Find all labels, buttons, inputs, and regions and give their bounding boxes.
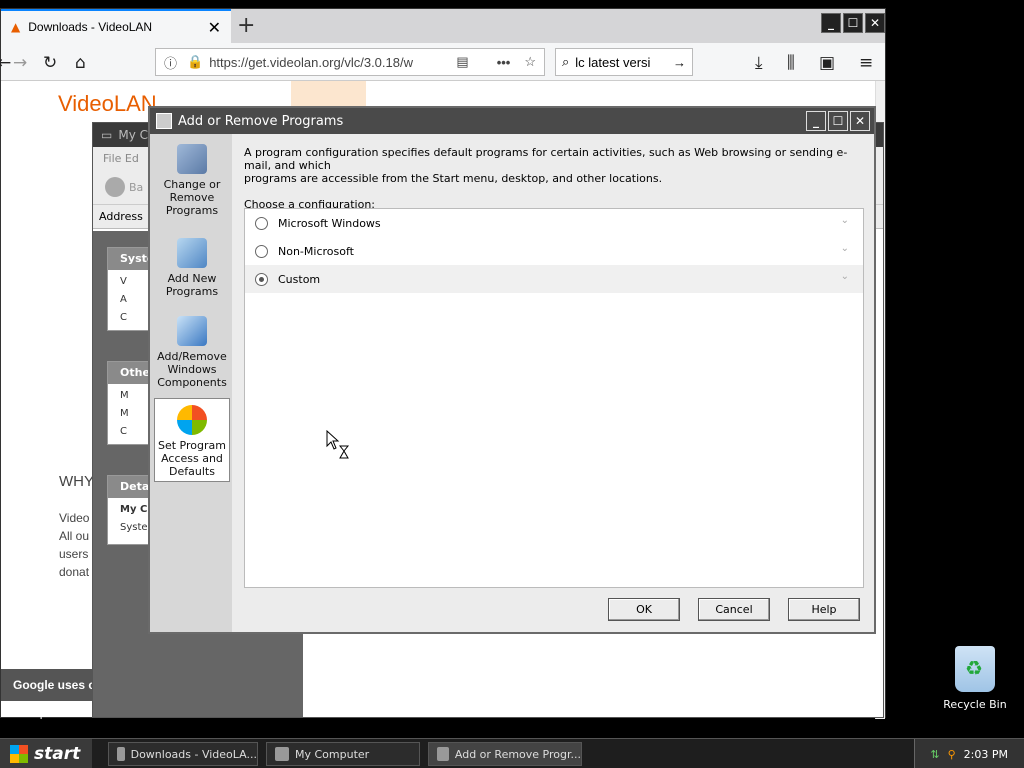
downloads-icon[interactable]: ⤓ [755,53,763,73]
cookie-banner: Google uses c [1,669,101,701]
system-tray: ⇅ ⚲ 2:03 PM [914,739,1024,768]
cancel-button[interactable]: Cancel [698,598,770,621]
recycle-bin-icon [955,646,995,692]
ok-button[interactable]: OK [608,598,680,621]
new-tab-button[interactable]: + [237,13,255,38]
dialog-title: Add or Remove Programs [178,113,344,129]
why-heading: WHY [59,473,94,490]
sidebar-change-remove-programs[interactable]: Change or Remove Programs [154,144,230,217]
forward-arrow-icon[interactable]: → [13,53,27,73]
recycle-bin[interactable]: Recycle Bin [942,646,1008,711]
library-icon[interactable]: ⫼ [787,53,795,73]
help-button[interactable]: Help [788,598,860,621]
start-button[interactable]: start [0,739,92,768]
tab-title: Downloads - VideoLAN [28,20,153,34]
bookmark-star-icon[interactable]: ☆ [524,54,536,70]
close-button[interactable]: ✕ [865,13,885,33]
tab-downloads-videolan[interactable]: ▲ Downloads - VideoLAN ✕ [1,9,231,43]
search-icon: ⌕ [562,54,570,69]
sidebar-add-new-programs[interactable]: Add New Programs [154,238,230,298]
computer-icon [275,747,289,761]
back-button[interactable] [105,177,125,197]
navigation-toolbar: ← → ↻ ⌂ ⓘ 🔒 https://get.videolan.org/vlc… [0,43,885,81]
search-bar[interactable]: ⌕ lc latest versi → [555,48,693,76]
radio-custom[interactable] [255,272,268,286]
home-icon[interactable]: ⌂ [75,53,86,73]
sidebar-icon[interactable]: ▣ [819,53,835,73]
add-remove-programs-dialog: Add or Remove Programs _ ☐ ✕ Change or R… [148,106,876,634]
lock-icon: 🔒 [187,54,204,69]
expand-chevron-icon[interactable]: ⌄ [841,243,849,254]
close-tab-icon[interactable]: ✕ [208,18,221,37]
clock[interactable]: 2:03 PM [964,748,1008,761]
windows-flag-icon [10,745,28,763]
dialog-window-controls: _ ☐ ✕ [806,111,870,131]
reader-view-icon[interactable]: ▤ [456,54,468,70]
dialog-title-bar[interactable]: Add or Remove Programs _ ☐ ✕ [150,108,874,134]
radio-microsoft-windows[interactable] [255,216,268,230]
programs-icon [156,113,172,129]
page-paragraph: Video All ou users donat [59,511,90,579]
expand-chevron-icon[interactable]: ⌄ [841,271,849,282]
search-tray-icon[interactable]: ⚲ [948,748,956,761]
program-access-defaults-icon [177,405,207,435]
programs-icon [437,747,449,761]
dialog-maximize-button[interactable]: ☐ [828,111,848,131]
dialog-buttons: OK Cancel Help [608,598,860,621]
configuration-list: Microsoft Windows ⌄ Non-Microsoft ⌄ Cust… [244,208,864,588]
vlc-cone-icon: ▲ [11,20,21,34]
task-add-remove-programs[interactable]: Add or Remove Progr... [428,742,582,766]
taskbar: start Downloads - VideoLA... My Computer… [0,738,1024,768]
configuration-description: A program configuration specifies defaul… [244,146,848,185]
maximize-button[interactable]: ☐ [843,13,863,33]
radio-non-microsoft[interactable] [255,244,268,258]
info-icon[interactable]: ⓘ [164,53,177,72]
minimize-button[interactable]: _ [821,13,841,33]
dialog-minimize-button[interactable]: _ [806,111,826,131]
page-actions-icon[interactable]: ••• [497,55,511,70]
menu-icon[interactable]: ≡ [859,53,873,73]
config-non-microsoft[interactable]: Non-Microsoft ⌄ [245,237,863,265]
search-go-icon[interactable]: → [673,55,686,70]
back-label: Ba [129,181,144,194]
expand-chevron-icon[interactable]: ⌄ [841,215,849,226]
videolan-logo[interactable]: VideoLAN [58,91,157,117]
url-bar[interactable]: ⓘ 🔒 https://get.videolan.org/vlc/3.0.18/… [155,48,545,76]
config-microsoft-windows[interactable]: Microsoft Windows ⌄ [245,209,863,237]
config-custom[interactable]: Custom ⌄ [245,265,863,293]
sidebar-add-remove-windows-components[interactable]: Add/Remove Windows Components [154,316,230,389]
computer-icon: ▭ [101,128,113,142]
windows-components-icon [177,316,207,346]
busy-cursor-icon [326,430,350,459]
reload-icon[interactable]: ↻ [43,53,57,73]
back-arrow-icon[interactable]: ← [0,53,11,73]
task-downloads-videolan[interactable]: Downloads - VideoLA... [108,742,258,766]
sidebar-set-program-access-defaults[interactable]: Set Program Access and Defaults [154,398,230,482]
url-text: https://get.videolan.org/vlc/3.0.18/w [209,54,413,70]
change-remove-programs-icon [177,144,207,174]
add-new-programs-icon [177,238,207,268]
dialog-main: A program configuration specifies defaul… [244,146,864,588]
dialog-sidebar: Change or Remove Programs Add New Progra… [150,134,232,632]
task-my-computer[interactable]: My Computer [266,742,420,766]
network-icon[interactable]: ⇅ [930,748,939,761]
dialog-close-button[interactable]: ✕ [850,111,870,131]
tab-bar: ▲ Downloads - VideoLAN ✕ + _ ☐ ✕ [1,9,885,43]
opera-desktop-label[interactable]: Opera [31,707,65,720]
firefox-window-controls: _ ☐ ✕ [821,13,885,33]
search-text: lc latest versi [575,54,651,70]
firefox-icon [117,747,125,761]
